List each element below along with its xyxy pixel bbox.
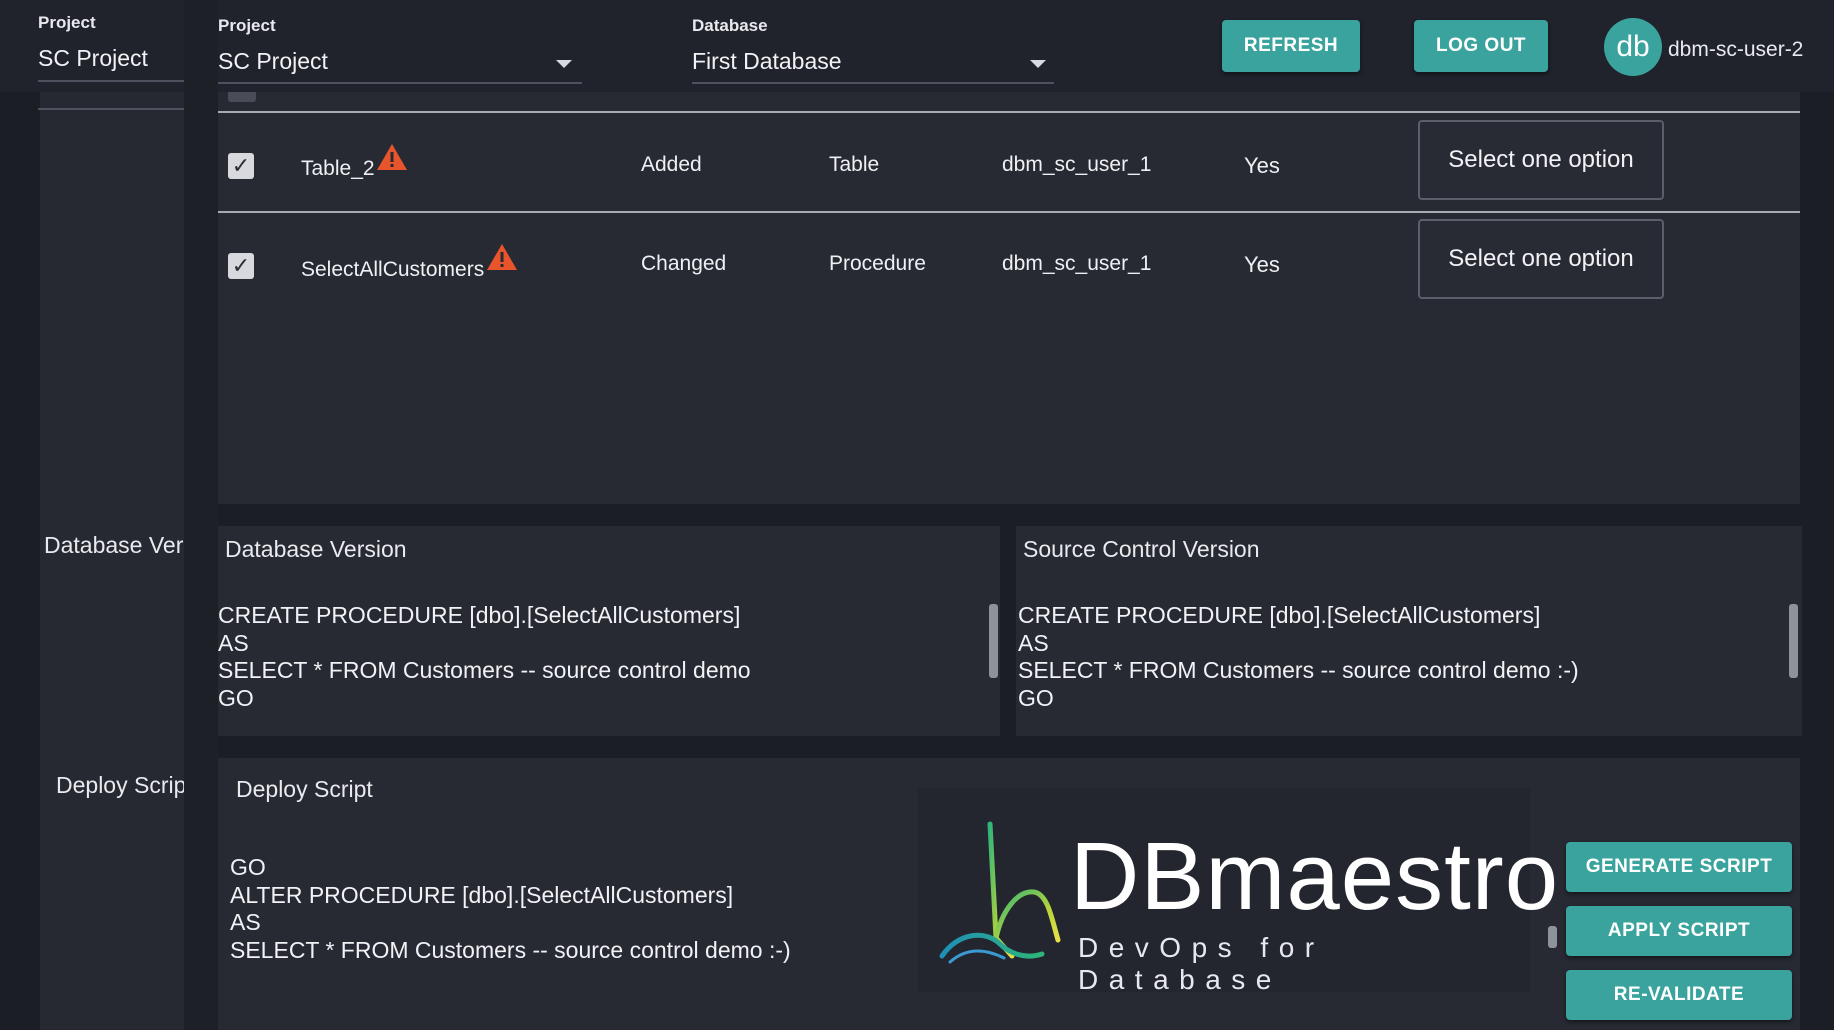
source-control-version-title: Source Control Version [1023, 536, 1260, 562]
code-line: AS [230, 909, 261, 935]
row-checkbox[interactable]: ✓ [228, 253, 254, 279]
code-line: ALTER PROCEDURE [dbo].[SelectAllCustomer… [230, 881, 734, 908]
database-select-value: First Database [692, 48, 842, 74]
scrollbar[interactable] [1789, 604, 1798, 678]
code-line: SELECT * FROM Customers -- source contro… [1018, 657, 1579, 683]
code-line: SELECT * FROM Customers -- source contro… [218, 657, 751, 683]
sidebar-project-value: SC Project [38, 45, 148, 71]
left-sidebar [40, 92, 184, 1030]
conflict-resolution-select[interactable]: Select one option [1418, 219, 1664, 299]
database-select[interactable]: Database First Database [692, 12, 1054, 86]
warning-icon [377, 144, 407, 170]
deploy-script-code[interactable]: GO ALTER PROCEDURE [dbo].[SelectAllCusto… [230, 854, 910, 986]
avatar[interactable]: db [1604, 18, 1662, 76]
logout-button[interactable]: LOG OUT [1414, 20, 1548, 72]
revalidate-button[interactable]: RE-VALIDATE [1566, 970, 1792, 1020]
changed-by: dbm_sc_user_1 [1002, 252, 1152, 275]
username: dbm-sc-user-2 [1668, 38, 1804, 61]
generate-script-button[interactable]: GENERATE SCRIPT [1566, 842, 1792, 892]
to-commit: Yes [1244, 252, 1280, 277]
logo-subtitle: DevOps for Database [1078, 932, 1325, 995]
deploy-script-title: Deploy Script [236, 776, 373, 802]
database-select-label: Database [692, 16, 768, 35]
chevron-down-icon [556, 60, 572, 68]
source-control-version-panel: Source Control Version CREATE PROCEDURE … [1016, 526, 1802, 736]
sidebar-db-version-label: Database Ver [44, 532, 184, 558]
changed-by: dbm_sc_user_1 [1002, 153, 1152, 176]
object-name: Table_2 [301, 157, 375, 180]
row-checkbox[interactable]: ✓ [228, 153, 254, 179]
code-line: GO [1018, 684, 1054, 711]
database-version-panel: Database Version CREATE PROCEDURE [dbo].… [218, 526, 1000, 736]
change-type: Changed [641, 252, 727, 275]
chevron-down-icon [1030, 60, 1046, 68]
object-type: Procedure [829, 252, 926, 275]
sidebar-column-underline [38, 108, 184, 110]
sidebar-gutter [184, 0, 218, 1030]
code-line: GO [218, 684, 254, 711]
sidebar-project-underline [38, 80, 184, 82]
project-select-underline [218, 82, 582, 84]
code-line: GO [230, 854, 266, 880]
database-version-title: Database Version [225, 536, 407, 562]
database-version-code[interactable]: CREATE PROCEDURE [dbo].[SelectAllCustome… [218, 602, 978, 712]
project-select-value: SC Project [218, 48, 328, 74]
changes-table: ✓ Table_2 Added Table dbm_sc_user_1 Yes … [218, 92, 1800, 504]
logo-mark-icon [939, 821, 1061, 964]
logo-title: DBmaestro [1070, 823, 1560, 930]
to-commit: Yes [1244, 153, 1280, 178]
refresh-button[interactable]: REFRESH [1222, 20, 1360, 72]
warning-icon [487, 244, 517, 270]
dbmaestro-logo: DBmaestro DevOps for Database [918, 788, 1558, 995]
source-control-version-code[interactable]: CREATE PROCEDURE [dbo].[SelectAllCustome… [1018, 602, 1778, 712]
sidebar-project-label: Project [38, 13, 96, 32]
conflict-resolution-select[interactable]: Select one option [1418, 120, 1664, 200]
scrollbar[interactable] [989, 604, 998, 678]
object-type: Table [829, 153, 880, 176]
object-name: SelectAllCustomers [301, 258, 485, 281]
code-line: AS [218, 629, 249, 656]
code-line: CREATE PROCEDURE [dbo].[SelectAllCustome… [1018, 602, 1541, 628]
code-line: CREATE PROCEDURE [dbo].[SelectAllCustome… [218, 602, 741, 628]
code-line: SELECT * FROM Customers -- source contro… [230, 936, 791, 963]
apply-script-button[interactable]: APPLY SCRIPT [1566, 906, 1792, 956]
header-checkbox[interactable] [228, 92, 256, 102]
database-select-underline [692, 82, 1054, 84]
code-line: AS [1018, 629, 1049, 656]
change-type: Added [641, 153, 702, 176]
project-select-label: Project [218, 16, 276, 35]
project-select[interactable]: Project SC Project [218, 12, 582, 86]
sidebar-deploy-script-label: Deploy Scrip [56, 772, 184, 798]
table-row[interactable]: ✓ SelectAllCustomers Changed Procedure d… [218, 213, 1800, 313]
